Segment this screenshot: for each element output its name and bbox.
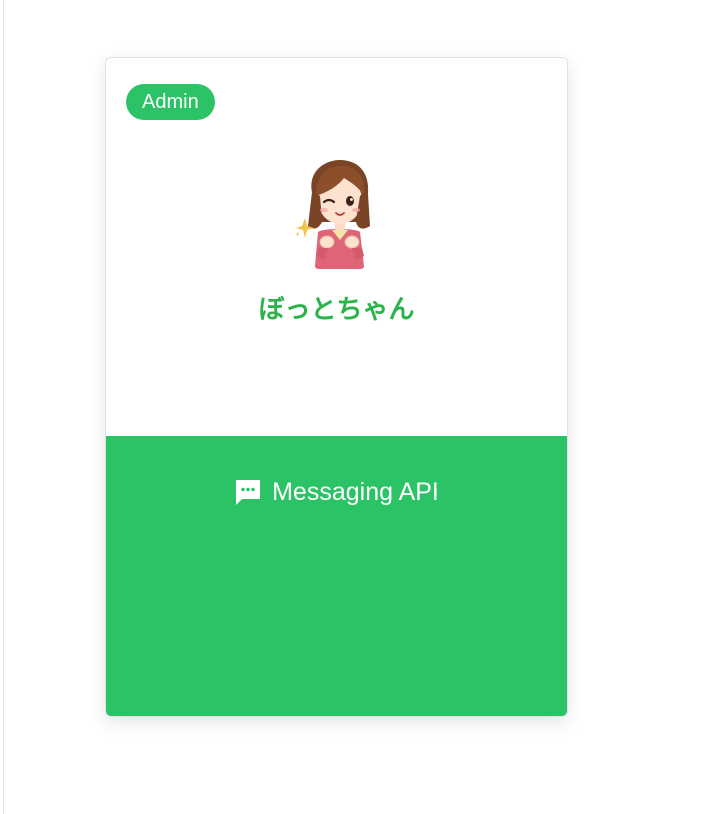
left-divider bbox=[3, 0, 4, 814]
role-badge: Admin bbox=[126, 84, 215, 120]
bot-name: ぼっとちゃん bbox=[258, 295, 415, 325]
chat-bubble-icon bbox=[236, 480, 261, 505]
avatar-icon bbox=[296, 160, 370, 269]
channel-type-label: Messaging API bbox=[272, 478, 439, 506]
card-footer: Messaging API bbox=[106, 436, 567, 716]
card-header: Admin ぼっとちゃん bbox=[106, 58, 567, 436]
channel-type-row: Messaging API bbox=[106, 474, 567, 510]
page: Admin ぼっとちゃん Messaging API bbox=[0, 0, 704, 814]
bot-card[interactable]: Admin ぼっとちゃん Messaging API bbox=[105, 57, 568, 717]
